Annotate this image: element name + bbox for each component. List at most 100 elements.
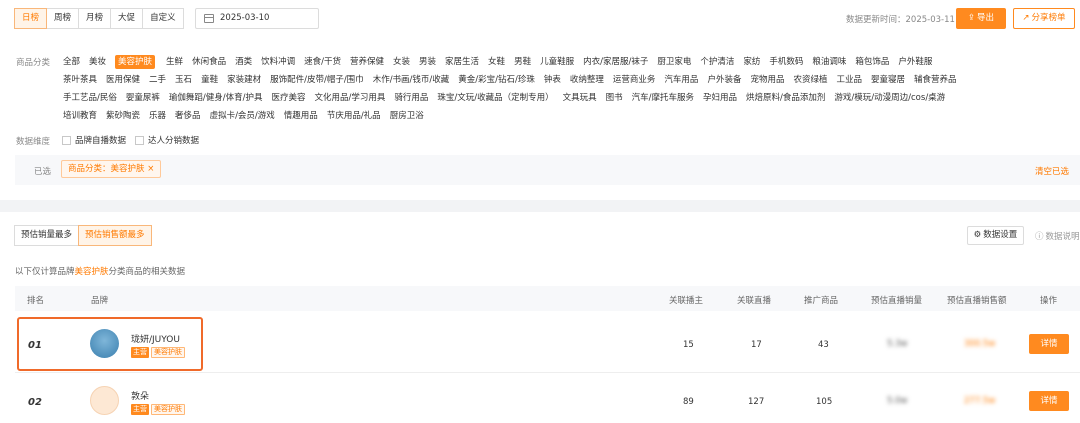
category-item[interactable]: 男装 — [419, 55, 436, 69]
category-item[interactable]: 瑜伽舞蹈/健身/体育/护具 — [169, 91, 263, 105]
col-sales-volume: 预估直播销量 — [871, 296, 923, 306]
anchors-value: 89 — [683, 397, 694, 407]
category-item[interactable]: 文化用品/学习用具 — [315, 91, 386, 105]
info-icon: ⓘ — [1035, 232, 1044, 242]
category-item[interactable]: 玉石 — [175, 73, 192, 87]
selected-label: 已选 — [34, 167, 52, 177]
settings-icon: ⚙ — [973, 230, 982, 240]
close-icon[interactable]: × — [147, 164, 154, 174]
category-item[interactable]: 美妆 — [89, 55, 106, 69]
category-item[interactable]: 汽车用品 — [664, 73, 698, 87]
category-item[interactable]: 家纺 — [743, 55, 760, 69]
category-item[interactable]: 手机数码 — [769, 55, 803, 69]
category-item[interactable]: 酒类 — [235, 55, 252, 69]
category-item[interactable]: 个护清洁 — [700, 55, 734, 69]
category-item[interactable]: 内衣/家居服/袜子 — [583, 55, 648, 69]
detail-button[interactable]: 详情 — [1029, 391, 1069, 411]
date-picker[interactable]: 2025-03-10 — [195, 8, 319, 29]
sales-amount-value: 300.5w — [964, 339, 996, 349]
data-settings-button[interactable]: ⚙ 数据设置 — [967, 226, 1024, 245]
category-item[interactable]: 奢侈品 — [175, 109, 201, 123]
category-item[interactable]: 速食/干货 — [304, 55, 341, 69]
tab-weekly[interactable]: 周榜 — [46, 8, 80, 29]
category-item[interactable]: 骑行用品 — [394, 91, 428, 105]
clear-selected-link[interactable]: 清空已选 — [1035, 165, 1069, 177]
category-item[interactable]: 农资绿植 — [793, 73, 827, 87]
col-action: 操作 — [1040, 296, 1058, 306]
category-item[interactable]: 情趣用品 — [284, 109, 318, 123]
category-item[interactable]: 全部 — [63, 55, 80, 69]
col-products: 推广商品 — [804, 296, 839, 306]
category-item[interactable]: 服饰配件/皮带/帽子/围巾 — [270, 73, 364, 87]
category-item[interactable]: 宠物用品 — [750, 73, 784, 87]
brand-name[interactable]: 敦朵 — [131, 389, 149, 402]
category-item[interactable]: 游戏/模玩/动漫周边/cos/桌游 — [834, 91, 945, 105]
data-explain-link[interactable]: ⓘ 数据说明 — [1035, 230, 1080, 242]
category-item[interactable]: 女鞋 — [488, 55, 505, 69]
category-item[interactable]: 厨房卫浴 — [390, 109, 424, 123]
category-item[interactable]: 运营商业务 — [613, 73, 656, 87]
category-row: 茶叶茶具 医用保健 二手 玉石 童鞋 家装建材 服饰配件/皮带/帽子/围巾 木作/书画/钱币/… — [63, 73, 966, 87]
category-item[interactable]: 婴童寝居 — [871, 73, 905, 87]
tab-monthly[interactable]: 月榜 — [78, 8, 112, 29]
category-item[interactable]: 文具玩具 — [563, 91, 597, 105]
category-row: 全部 美妆 美容护肤 生鲜 休闲食品 酒类 饮料冲调 速食/干货 营养保健 女装 男装 家居生活 女鞋男… — [63, 55, 941, 69]
category-item[interactable]: 乐器 — [149, 109, 166, 123]
category-item[interactable]: 茶叶茶具 — [63, 73, 97, 87]
category-item[interactable]: 营养保健 — [350, 55, 384, 69]
tab-promotion[interactable]: 大促 — [110, 8, 144, 29]
category-item[interactable]: 医用保健 — [106, 73, 140, 87]
category-item[interactable]: 医疗美容 — [271, 91, 305, 105]
category-item[interactable]: 木作/书画/钱币/收藏 — [373, 73, 450, 87]
export-button[interactable]: ⇪ 导出 — [956, 8, 1006, 29]
detail-button[interactable]: 详情 — [1029, 334, 1069, 354]
category-item[interactable]: 钟表 — [544, 73, 561, 87]
category-item[interactable]: 珠宝/文玩/收藏品（定制专用） — [437, 91, 553, 105]
table-header: 排名 品牌 关联播主 关联直播 推广商品 预估直播销量 预估直播销售额 操作 — [15, 286, 1080, 311]
category-item[interactable]: 女装 — [393, 55, 410, 69]
data-settings-label: 数据设置 — [983, 230, 1018, 240]
col-lives: 关联直播 — [737, 296, 772, 306]
category-item[interactable]: 户外鞋服 — [898, 55, 932, 69]
category-item[interactable]: 饮料冲调 — [261, 55, 295, 69]
category-item[interactable]: 家居生活 — [445, 55, 479, 69]
category-item[interactable]: 收纳整理 — [570, 73, 604, 87]
category-item[interactable]: 儿童鞋服 — [540, 55, 574, 69]
category-item[interactable]: 粮油调味 — [812, 55, 846, 69]
category-item[interactable]: 婴童尿裤 — [126, 91, 160, 105]
category-item[interactable]: 手工艺品/民俗 — [63, 91, 117, 105]
category-item[interactable]: 家装建材 — [227, 73, 261, 87]
period-tabs: 日榜 周榜 月榜 大促 自定义 — [14, 8, 184, 29]
category-item[interactable]: 辅食营养品 — [914, 73, 957, 87]
category-item[interactable]: 汽车/摩托车服务 — [632, 91, 694, 105]
category-tag: 美容护肤 — [151, 404, 185, 415]
category-item[interactable]: 虚拟卡/会员/游戏 — [210, 109, 275, 123]
category-item[interactable]: 紫砂陶瓷 — [106, 109, 140, 123]
category-item[interactable]: 童鞋 — [201, 73, 218, 87]
category-item[interactable]: 箱包饰品 — [855, 55, 889, 69]
share-button[interactable]: ↗ 分享榜单 — [1013, 8, 1075, 29]
category-item[interactable]: 烘焙原料/食品添加剂 — [746, 91, 825, 105]
col-sales-amount: 预估直播销售额 — [947, 296, 1007, 306]
category-item[interactable]: 美容护肤 — [115, 55, 156, 69]
highlight-box — [17, 317, 203, 371]
category-item[interactable]: 休闲食品 — [192, 55, 226, 69]
category-item[interactable]: 生鲜 — [166, 55, 183, 69]
category-item[interactable]: 节庆用品/礼品 — [327, 109, 381, 123]
tab-sort-volume[interactable]: 预估销量最多 — [14, 225, 80, 246]
category-item[interactable]: 二手 — [149, 73, 166, 87]
category-item[interactable]: 户外装备 — [707, 73, 741, 87]
category-item[interactable]: 男鞋 — [514, 55, 531, 69]
selected-tag[interactable]: 商品分类：美容护肤 × — [61, 160, 162, 178]
tab-custom[interactable]: 自定义 — [142, 8, 184, 29]
category-item[interactable]: 厨卫家电 — [657, 55, 691, 69]
category-item[interactable]: 孕妇用品 — [703, 91, 737, 105]
category-item[interactable]: 黄金/彩宝/钻石/珍珠 — [458, 73, 535, 87]
tab-daily[interactable]: 日榜 — [14, 8, 48, 29]
category-item[interactable]: 培训教育 — [63, 109, 97, 123]
category-item[interactable]: 图书 — [606, 91, 623, 105]
influencer-distribution-checkbox[interactable]: 达人分销数据 — [135, 134, 199, 146]
category-item[interactable]: 工业品 — [836, 73, 862, 87]
brand-self-live-checkbox[interactable]: 品牌自播数据 — [62, 134, 126, 146]
tab-sort-amount[interactable]: 预估销售额最多 — [78, 225, 152, 246]
